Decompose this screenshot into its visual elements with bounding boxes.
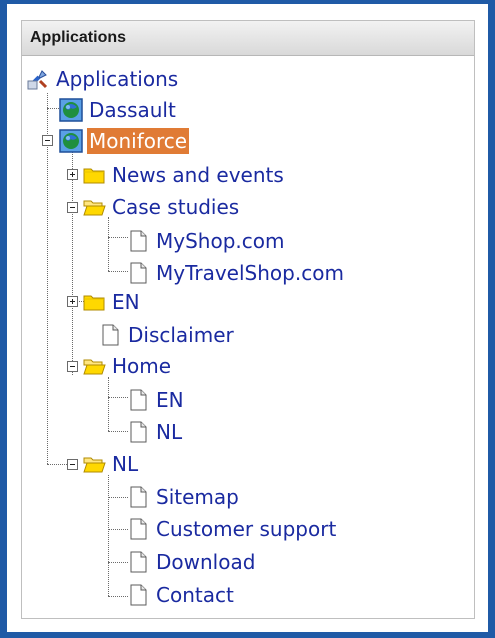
tree-node-en-folder[interactable]: EN: [82, 288, 142, 316]
page-icon: [126, 583, 150, 607]
node-label-home-en[interactable]: EN: [154, 387, 186, 413]
node-label-mytravelshop[interactable]: MyTravelShop.com: [154, 260, 346, 286]
node-label-applications[interactable]: Applications: [54, 66, 180, 92]
page-icon: [126, 550, 150, 574]
tree-node-case-studies[interactable]: Case studies: [82, 193, 241, 221]
folder-open-icon: [82, 452, 106, 476]
tree-node-mytravelshop[interactable]: MyTravelShop.com: [126, 259, 346, 287]
folder-icon: [82, 290, 106, 314]
tree-node-sitemap[interactable]: Sitemap: [126, 483, 241, 511]
node-label-nl-folder[interactable]: NL: [110, 451, 140, 477]
collapse-toggle-home[interactable]: [67, 361, 78, 372]
tree-node-home[interactable]: Home: [82, 352, 173, 380]
folder-open-icon: [82, 354, 106, 378]
tree-connector: [108, 529, 128, 530]
tree-node-home-nl[interactable]: NL: [126, 418, 184, 446]
folder-icon: [82, 163, 106, 187]
page-icon: [126, 517, 150, 541]
tree-node-customer-support[interactable]: Customer support: [126, 515, 338, 543]
folder-open-icon: [82, 195, 106, 219]
page-icon: [126, 261, 150, 285]
expand-toggle-en[interactable]: [67, 296, 78, 307]
tree-node-disclaimer[interactable]: Disclaimer: [98, 321, 236, 349]
node-label-moniforce[interactable]: Moniforce: [87, 128, 190, 154]
collapse-toggle-nl[interactable]: [67, 459, 78, 470]
tree-connector: [47, 464, 67, 465]
tree-connector: [47, 93, 48, 464]
tree-connector: [108, 497, 128, 498]
tree-connector: [108, 217, 109, 271]
tree-connector: [108, 431, 128, 432]
node-label-home[interactable]: Home: [110, 353, 173, 379]
node-label-dassault[interactable]: Dassault: [87, 97, 178, 123]
node-label-home-nl[interactable]: NL: [154, 419, 184, 445]
node-label-contact[interactable]: Contact: [154, 582, 236, 608]
tree-connector: [108, 475, 109, 596]
application-tree: Applications Dassault Moniforce News and…: [22, 21, 474, 618]
tree-connector: [47, 108, 59, 109]
tree-node-myshop[interactable]: MyShop.com: [126, 227, 286, 255]
collapse-toggle-moniforce[interactable]: [42, 135, 53, 146]
node-label-myshop[interactable]: MyShop.com: [154, 228, 286, 254]
tree-connector: [108, 377, 109, 431]
page-icon: [126, 229, 150, 253]
tree-node-nl-folder[interactable]: NL: [82, 450, 140, 478]
globe-icon: [59, 129, 83, 153]
applications-panel: Applications Applications Dassault Monif…: [21, 20, 475, 619]
tree-node-contact[interactable]: Contact: [126, 581, 236, 609]
node-label-news-and-events[interactable]: News and events: [110, 162, 286, 188]
node-label-disclaimer[interactable]: Disclaimer: [126, 322, 236, 348]
tree-connector: [108, 237, 128, 238]
page-icon: [126, 388, 150, 412]
page-icon: [98, 323, 122, 347]
tree-node-home-en[interactable]: EN: [126, 386, 186, 414]
window-frame: Applications Applications Dassault Monif…: [0, 0, 495, 638]
tree-connector: [108, 271, 128, 272]
tree-connector: [108, 397, 128, 398]
tree-node-applications[interactable]: Applications: [26, 65, 180, 93]
tree-connector: [108, 596, 128, 597]
collapse-toggle-case-studies[interactable]: [67, 202, 78, 213]
node-label-case-studies[interactable]: Case studies: [110, 194, 241, 220]
tree-node-dassault[interactable]: Dassault: [59, 96, 178, 124]
tree-node-news-and-events[interactable]: News and events: [82, 161, 286, 189]
node-label-sitemap[interactable]: Sitemap: [154, 484, 241, 510]
node-label-en-folder[interactable]: EN: [110, 289, 142, 315]
expand-toggle-news-and-events[interactable]: [67, 169, 78, 180]
globe-icon: [59, 98, 83, 122]
node-label-download[interactable]: Download: [154, 549, 257, 575]
page-icon: [126, 485, 150, 509]
applications-tool-icon: [26, 67, 50, 91]
page-icon: [126, 420, 150, 444]
tree-node-moniforce[interactable]: Moniforce: [59, 127, 190, 155]
node-label-customer-support[interactable]: Customer support: [154, 516, 338, 542]
tree-connector: [108, 562, 128, 563]
tree-node-download[interactable]: Download: [126, 548, 257, 576]
